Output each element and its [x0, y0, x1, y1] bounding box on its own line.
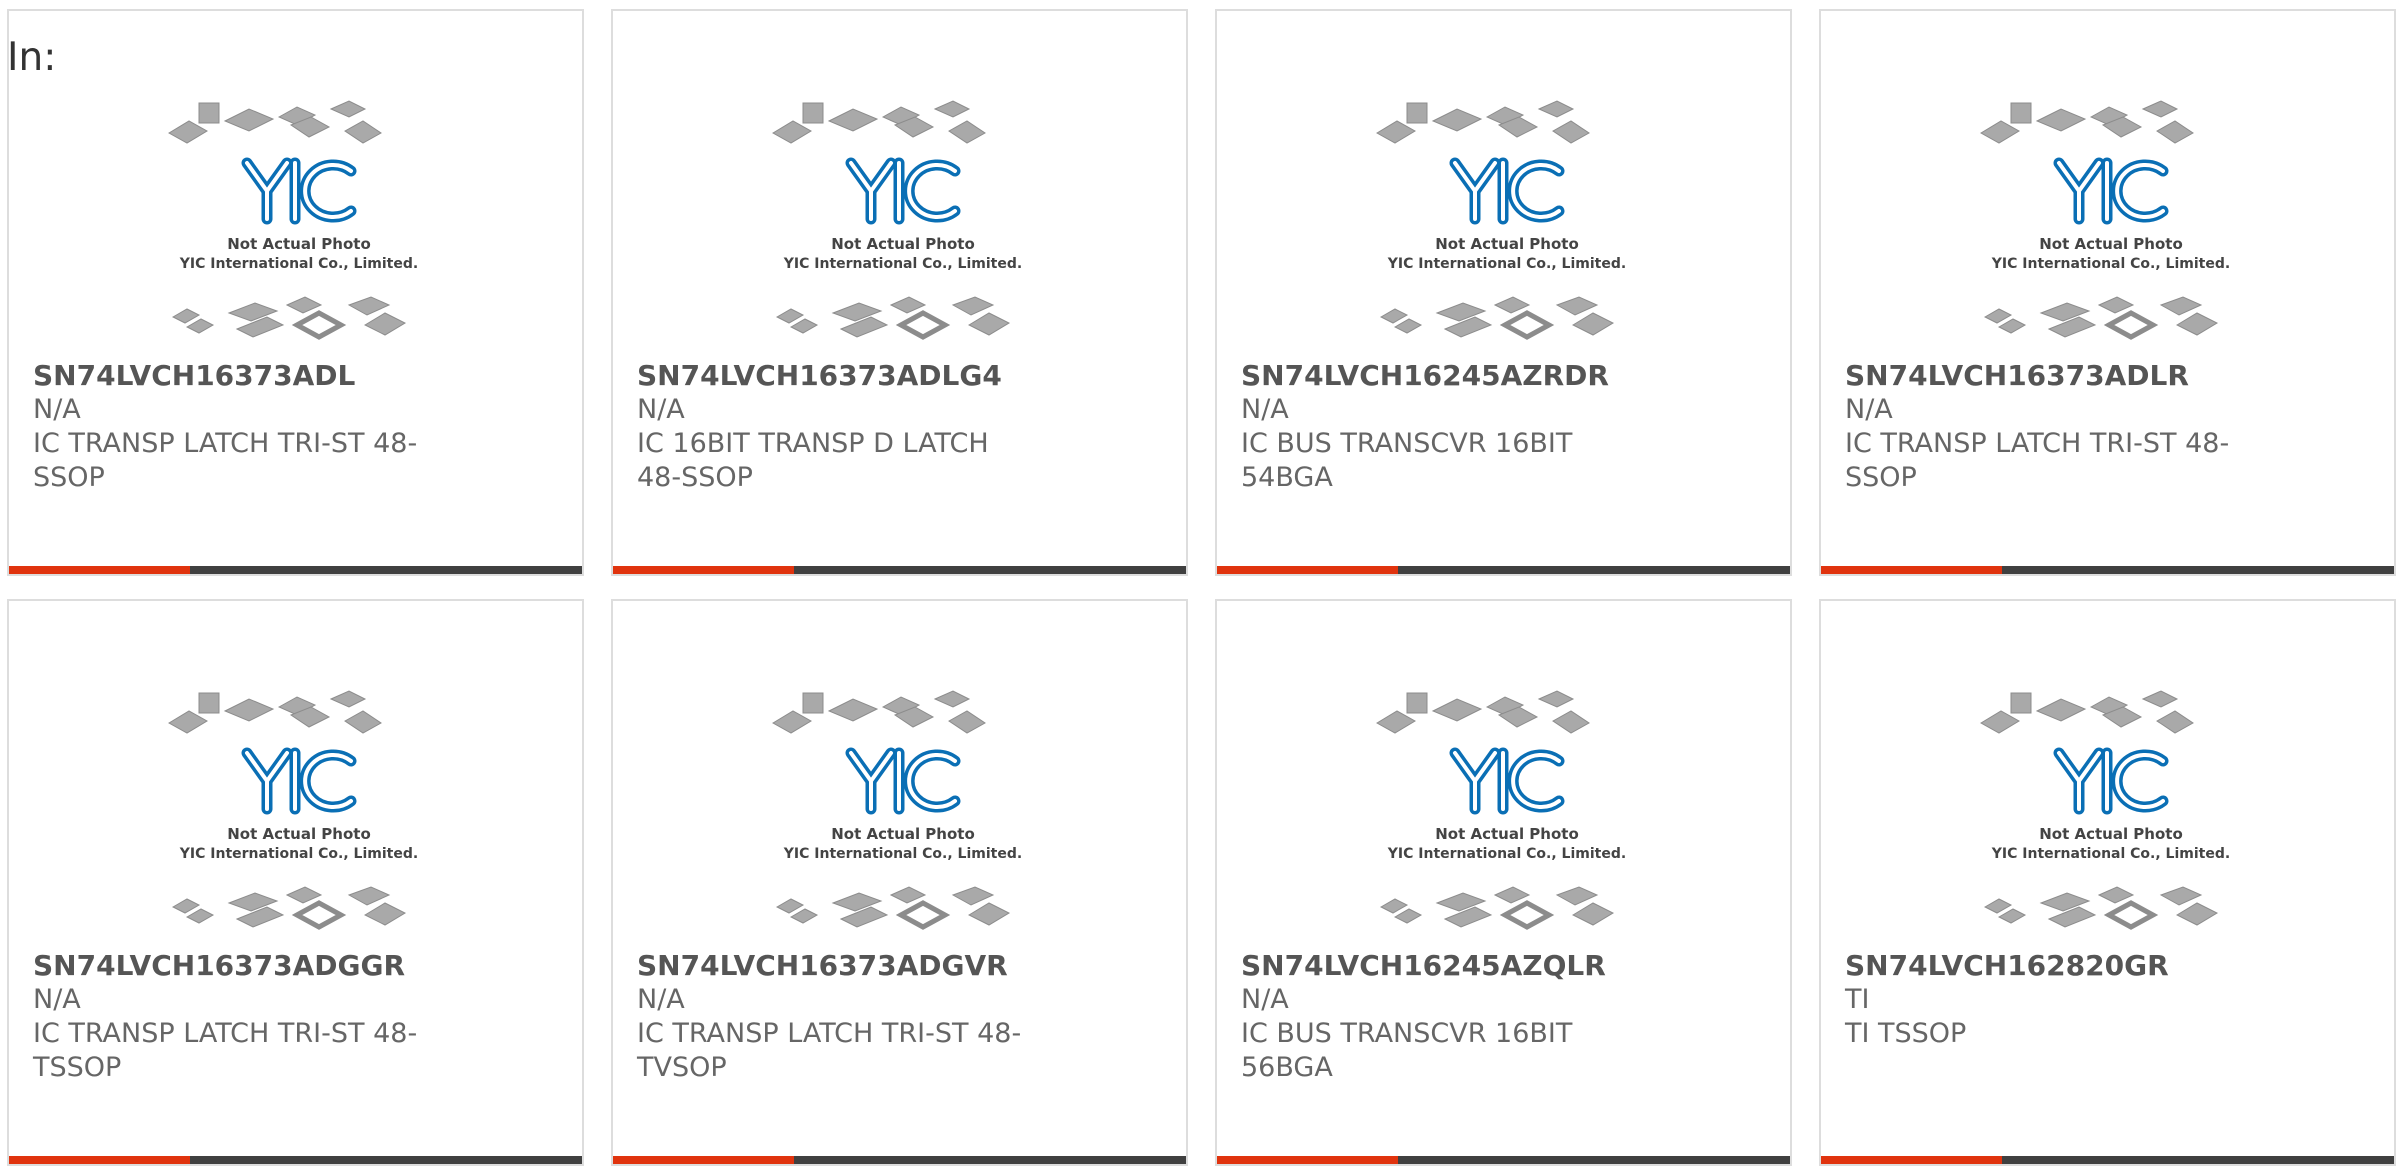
product-placeholder-image[interactable]: Not Actual Photo YIC International Co., …	[1367, 681, 1647, 941]
card-footer-bar	[1821, 1156, 2394, 1164]
card-footer-bar	[1821, 566, 2394, 574]
image-caption-line1: Not Actual Photo	[2039, 825, 2183, 843]
product-card[interactable]: Not Actual Photo YIC International Co., …	[1215, 599, 1792, 1166]
image-caption-line2: YIC International Co., Limited.	[1387, 256, 1626, 272]
card-footer-bar	[1217, 1156, 1790, 1164]
card-footer-bar	[613, 1156, 1186, 1164]
card-footer-accent	[1821, 1156, 2002, 1164]
image-caption-line2: YIC International Co., Limited.	[179, 256, 418, 272]
part-number-link[interactable]: SN74LVCH16245AZQLR	[1241, 949, 1761, 983]
card-footer-accent	[613, 566, 794, 574]
card-footer-accent	[613, 1156, 794, 1164]
image-caption-line1: Not Actual Photo	[1435, 235, 1579, 253]
image-caption-line2: YIC International Co., Limited.	[1991, 256, 2230, 272]
card-footer-bar	[9, 566, 582, 574]
image-caption-line1: Not Actual Photo	[227, 825, 371, 843]
card-footer-bar	[1217, 566, 1790, 574]
product-placeholder-image[interactable]: Not Actual Photo YIC International Co., …	[763, 91, 1043, 351]
manufacturer-label: N/A	[637, 984, 685, 1015]
product-card[interactable]: Not Actual Photo YIC International Co., …	[1819, 9, 2396, 576]
part-number-link[interactable]: SN74LVCH16373ADL	[33, 359, 553, 393]
card-footer-bar	[9, 1156, 582, 1164]
manufacturer-label: TI	[1845, 984, 1870, 1015]
product-description: TI TSSOP	[1845, 1018, 1967, 1049]
product-card[interactable]: Not Actual Photo YIC International Co., …	[611, 9, 1188, 576]
product-description: IC 16BIT TRANSP D LATCH 48-SSOP	[637, 428, 989, 493]
product-description: IC TRANSP LATCH TRI-ST 48-TVSOP	[637, 1018, 1022, 1083]
product-placeholder-image[interactable]: Not Actual Photo YIC International Co., …	[159, 91, 439, 351]
image-caption-line2: YIC International Co., Limited.	[783, 846, 1022, 862]
manufacturer-label: N/A	[1241, 394, 1289, 425]
part-number-link[interactable]: SN74LVCH16245AZRDR	[1241, 359, 1761, 393]
product-description: IC TRANSP LATCH TRI-ST 48-SSOP	[1845, 428, 2230, 493]
image-caption-line2: YIC International Co., Limited.	[179, 846, 418, 862]
card-footer-accent	[1821, 566, 2002, 574]
image-caption-line2: YIC International Co., Limited.	[1387, 846, 1626, 862]
card-footer-accent	[9, 1156, 190, 1164]
image-caption-line2: YIC International Co., Limited.	[783, 256, 1022, 272]
product-placeholder-image[interactable]: Not Actual Photo YIC International Co., …	[159, 681, 439, 941]
manufacturer-label: N/A	[1845, 394, 1893, 425]
product-description: IC BUS TRANSCVR 16BIT 54BGA	[1241, 428, 1573, 493]
card-footer-accent	[9, 566, 190, 574]
image-caption-line2: YIC International Co., Limited.	[1991, 846, 2230, 862]
product-description: IC TRANSP LATCH TRI-ST 48-SSOP	[33, 428, 418, 493]
product-card[interactable]: Not Actual Photo YIC International Co., …	[7, 9, 584, 576]
image-caption-line1: Not Actual Photo	[2039, 235, 2183, 253]
product-placeholder-image[interactable]: Not Actual Photo YIC International Co., …	[1971, 681, 2251, 941]
product-placeholder-image[interactable]: Not Actual Photo YIC International Co., …	[1971, 91, 2251, 351]
image-caption-line1: Not Actual Photo	[227, 235, 371, 253]
product-card[interactable]: Not Actual Photo YIC International Co., …	[611, 599, 1188, 1166]
product-description: IC BUS TRANSCVR 16BIT 56BGA	[1241, 1018, 1573, 1083]
part-number-link[interactable]: SN74LVCH16373ADGVR	[637, 949, 1157, 983]
image-caption-line1: Not Actual Photo	[831, 235, 975, 253]
product-placeholder-image[interactable]: Not Actual Photo YIC International Co., …	[763, 681, 1043, 941]
product-card[interactable]: Not Actual Photo YIC International Co., …	[1215, 9, 1792, 576]
image-caption-line1: Not Actual Photo	[831, 825, 975, 843]
product-placeholder-image[interactable]: Not Actual Photo YIC International Co., …	[1367, 91, 1647, 351]
product-card[interactable]: Not Actual Photo YIC International Co., …	[7, 599, 584, 1166]
part-number-link[interactable]: SN74LVCH16373ADLG4	[637, 359, 1157, 393]
card-footer-accent	[1217, 1156, 1398, 1164]
manufacturer-label: N/A	[637, 394, 685, 425]
part-number-link[interactable]: SN74LVCH16373ADGGR	[33, 949, 553, 983]
manufacturer-label: N/A	[33, 984, 81, 1015]
manufacturer-label: N/A	[1241, 984, 1289, 1015]
part-number-link[interactable]: SN74LVCH16373ADLR	[1845, 359, 2365, 393]
part-number-link[interactable]: SN74LVCH162820GR	[1845, 949, 2365, 983]
manufacturer-label: N/A	[33, 394, 81, 425]
card-footer-bar	[613, 566, 1186, 574]
product-description: IC TRANSP LATCH TRI-ST 48-TSSOP	[33, 1018, 418, 1083]
in-label: In:	[7, 35, 57, 80]
image-caption-line1: Not Actual Photo	[1435, 825, 1579, 843]
product-card[interactable]: Not Actual Photo YIC International Co., …	[1819, 599, 2396, 1166]
card-footer-accent	[1217, 566, 1398, 574]
